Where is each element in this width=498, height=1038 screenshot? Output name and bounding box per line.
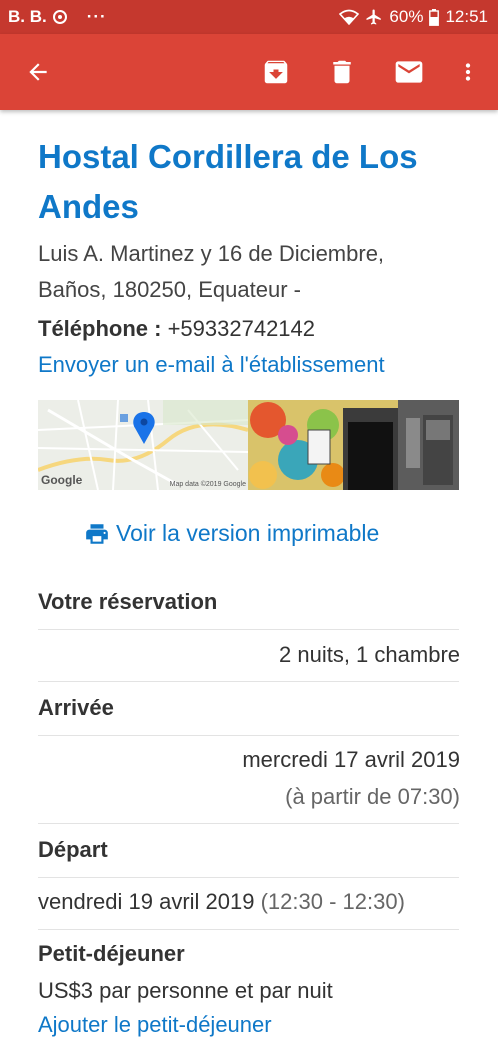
map-thumbnail[interactable]: Google Map data ©2019 Google [38, 400, 248, 490]
back-button[interactable] [14, 34, 62, 110]
divider [38, 629, 459, 630]
chrome-icon [52, 10, 67, 24]
hotel-phone: Téléphone : +59332742142 [38, 313, 315, 345]
wifi-icon [339, 9, 360, 25]
add-breakfast-link[interactable]: Ajouter le petit-déjeuner [38, 1012, 272, 1038]
arrival-label: Arrivée [38, 695, 114, 720]
departure-date: vendredi 19 avril 2019 [38, 889, 255, 914]
map-attribution: Map data ©2019 Google [169, 481, 246, 488]
archive-icon [264, 60, 288, 84]
divider [38, 823, 459, 824]
arrival-date: mercredi 17 avril 2019 [242, 747, 460, 772]
breakfast-price: US$3 par personne et par nuit [38, 978, 333, 1003]
notification-text: B. B. [8, 7, 47, 26]
print-version-link[interactable]: Voir la version imprimable [84, 520, 379, 547]
divider [38, 681, 459, 682]
status-bar: B. B. ··· 60% 12:51 [0, 0, 498, 34]
battery-percent: 60% [389, 7, 424, 26]
more-notifications-icon: ··· [86, 7, 107, 26]
hotel-address: Luis A. Martinez y 16 de Diciembre, Baño… [38, 236, 460, 308]
hotel-photo[interactable] [248, 400, 459, 490]
divider [38, 877, 459, 878]
phone-number[interactable]: +59332742142 [168, 316, 315, 341]
more-options-button[interactable] [444, 34, 492, 110]
phone-label: Téléphone : [38, 316, 162, 341]
departure-label: Départ [38, 837, 108, 862]
app-bar [0, 34, 498, 110]
address-line-2: Baños, 180250, Equateur - [38, 277, 301, 302]
arrival-time: (à partir de 07:30) [285, 784, 460, 809]
mail-icon [395, 61, 423, 83]
hotel-photo-image [248, 400, 459, 490]
divider [38, 929, 459, 930]
mark-unread-button[interactable] [385, 34, 433, 110]
airplane-icon [365, 8, 383, 26]
print-version-label: Voir la version imprimable [116, 520, 380, 546]
departure-time: (12:30 - 12:30) [260, 889, 405, 914]
breakfast-label: Petit-déjeuner [38, 941, 185, 966]
clock: 12:51 [445, 7, 488, 26]
delete-button[interactable] [318, 34, 366, 110]
departure-line: vendredi 19 avril 2019 (12:30 - 12:30) [38, 889, 405, 915]
address-line-1: Luis A. Martinez y 16 de Diciembre, [38, 241, 385, 266]
trash-icon [333, 60, 351, 84]
arrow-back-icon [29, 63, 47, 81]
google-logo: Google [41, 473, 83, 487]
hotel-name: Hostal Cordillera de Los Andes [38, 138, 418, 225]
email-property-link[interactable]: Envoyer un e-mail à l'établissement [38, 349, 385, 381]
hotel-media: Google Map data ©2019 Google [38, 400, 459, 490]
reservation-label: Votre réservation [38, 589, 218, 614]
more-vert-icon [465, 63, 471, 81]
battery-icon [429, 8, 440, 26]
reservation-value: 2 nuits, 1 chambre [279, 642, 460, 667]
divider [38, 735, 459, 736]
archive-button[interactable] [252, 34, 300, 110]
printer-icon [86, 523, 108, 544]
